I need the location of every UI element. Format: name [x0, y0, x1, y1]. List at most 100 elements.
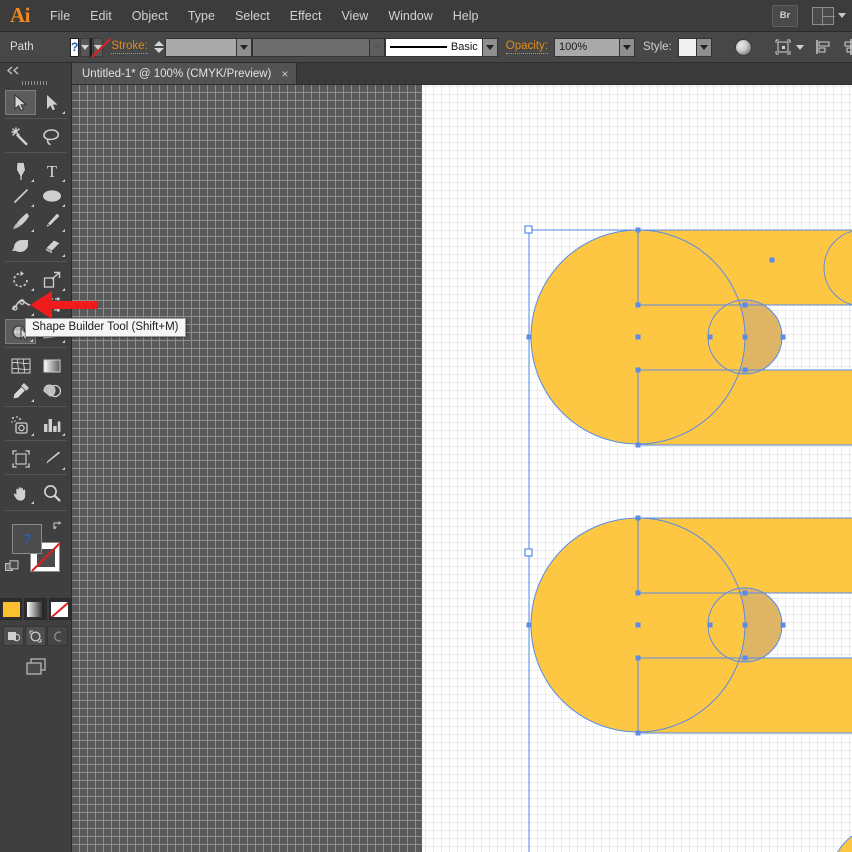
menu-item-object[interactable]: Object: [122, 0, 178, 32]
tool-selection-tool[interactable]: [5, 90, 36, 115]
tool-artboard-tool[interactable]: [5, 446, 36, 471]
color-swatch-button[interactable]: [0, 598, 23, 620]
direct-selection-tool-icon: [46, 94, 57, 110]
menu-bar-right-tools: Br: [768, 4, 852, 27]
workspace-layout-icon: [812, 6, 835, 26]
menu-item-window[interactable]: Window: [378, 0, 442, 32]
fill-dropdown-button[interactable]: [80, 37, 91, 57]
variable-width-profile-input[interactable]: [251, 37, 370, 57]
tool-direct-selection-tool[interactable]: [36, 90, 67, 115]
workspace-switcher[interactable]: [812, 6, 846, 26]
eyedropper-tool-icon: [12, 382, 29, 399]
swap-fill-stroke-icon[interactable]: [52, 520, 64, 532]
stroke-swatch-button[interactable]: [90, 37, 93, 57]
fill-stroke-widget: ?: [0, 518, 72, 596]
graphic-style-swatch[interactable]: [677, 37, 697, 57]
menu-item-help[interactable]: Help: [443, 0, 489, 32]
collapse-panel-button[interactable]: [0, 63, 71, 77]
tool-pen-tool[interactable]: [5, 158, 36, 183]
chevron-down-icon: [372, 44, 381, 50]
fill-swatch-button[interactable]: ?: [70, 37, 80, 57]
pen-tool-icon: [15, 161, 26, 180]
draw-behind-button[interactable]: [25, 626, 46, 646]
fill-color-indicator[interactable]: ?: [12, 524, 42, 554]
menu-item-select[interactable]: Select: [225, 0, 280, 32]
tool-column-graph-tool[interactable]: [36, 412, 67, 437]
tool-type-tool[interactable]: T: [36, 158, 67, 183]
transform-button[interactable]: [774, 38, 804, 56]
brush-definition-preview[interactable]: Basic: [384, 37, 483, 57]
tool-pencil-tool[interactable]: [36, 208, 67, 233]
document-tab[interactable]: Untitled-1* @ 100% (CMYK/Preview) ×: [72, 63, 298, 84]
tool-zoom-tool[interactable]: [36, 480, 67, 505]
menu-item-edit[interactable]: Edit: [80, 0, 122, 32]
brush-definition-dropdown[interactable]: [482, 37, 498, 57]
opacity-input[interactable]: 100%: [553, 37, 620, 57]
pencil-tool-icon: [44, 211, 60, 228]
screen-mode-buttons: [0, 656, 71, 678]
selection-origin-handle-2: [524, 548, 533, 557]
double-chevron-left-icon: [6, 65, 19, 75]
opacity-dropdown[interactable]: [619, 37, 635, 57]
tool-hand-tool[interactable]: [5, 480, 36, 505]
gradient-swatch-button[interactable]: [24, 598, 47, 620]
bridge-button[interactable]: Br: [772, 4, 798, 27]
tool-symbol-sprayer-tool[interactable]: [5, 412, 36, 437]
tool-eyedropper-tool[interactable]: [5, 378, 36, 403]
menu-bar: Ai File Edit Object Type Select Effect V…: [0, 0, 852, 32]
tool-eraser-tool[interactable]: [36, 233, 67, 258]
canvas-area[interactable]: [72, 85, 852, 852]
tool-blob-brush-tool[interactable]: [5, 233, 36, 258]
tool-line-segment-tool[interactable]: [5, 183, 36, 208]
graphic-style-dropdown[interactable]: [696, 37, 712, 57]
menu-item-effect[interactable]: Effect: [280, 0, 332, 32]
align-center-button[interactable]: [842, 38, 852, 56]
tool-group-artboard-slice: [0, 444, 72, 471]
close-icon[interactable]: ×: [281, 68, 288, 80]
control-bar: Path ? Stroke: Basic Opacity: 100% Style…: [0, 32, 852, 63]
menu-item-type[interactable]: Type: [178, 0, 225, 32]
slice-tool-icon: [44, 450, 61, 466]
none-swatch-icon: [51, 601, 69, 617]
draw-mode-buttons: [0, 626, 71, 646]
align-left-button[interactable]: [814, 38, 832, 56]
draw-inside-button[interactable]: [47, 626, 68, 646]
chevron-down-icon: [699, 44, 708, 50]
tool-mesh-tool[interactable]: [5, 353, 36, 378]
tool-magic-wand-tool[interactable]: [5, 124, 36, 149]
chevron-down-icon: [81, 44, 90, 50]
draw-inside-icon: [53, 630, 61, 642]
tools-panel-grip[interactable]: [22, 77, 49, 88]
stroke-weight-input[interactable]: [164, 37, 237, 57]
tool-paintbrush-tool[interactable]: [5, 208, 36, 233]
blob-brush-tool-icon: [11, 239, 28, 252]
tool-blend-tool[interactable]: [36, 378, 67, 403]
menu-item-view[interactable]: View: [331, 0, 378, 32]
recolor-artwork-button[interactable]: [734, 38, 752, 56]
variable-width-profile-dropdown[interactable]: [369, 37, 385, 57]
tools-panel: T ?: [0, 63, 72, 852]
none-swatch-button[interactable]: [48, 598, 71, 620]
zoom-tool-icon: [43, 484, 61, 502]
app-logo-icon: Ai: [10, 3, 31, 27]
align-center-icon: [844, 39, 852, 55]
chevron-down-icon: [838, 13, 846, 18]
tool-lasso-tool[interactable]: [36, 124, 67, 149]
draw-normal-button[interactable]: [3, 626, 24, 646]
chevron-down-icon: [622, 44, 631, 50]
hand-tool-icon: [12, 486, 26, 501]
tool-group-symbol-graph: [0, 410, 72, 437]
type-tool-icon: T: [46, 162, 57, 180]
change-screen-mode-button[interactable]: [21, 656, 51, 678]
menu-item-file[interactable]: File: [40, 0, 80, 32]
opacity-label[interactable]: Opacity:: [505, 40, 548, 54]
stroke-weight-stepper[interactable]: [153, 41, 164, 53]
gradient-tool-icon: [43, 359, 60, 372]
tool-ellipse-tool[interactable]: [36, 183, 67, 208]
stroke-weight-dropdown[interactable]: [236, 37, 252, 57]
default-fill-stroke-icon[interactable]: [5, 560, 19, 574]
stroke-weight-label[interactable]: Stroke:: [111, 40, 148, 54]
tool-slice-tool[interactable]: [36, 446, 67, 471]
svg-text:T: T: [46, 162, 57, 180]
tool-gradient-tool[interactable]: [36, 353, 67, 378]
